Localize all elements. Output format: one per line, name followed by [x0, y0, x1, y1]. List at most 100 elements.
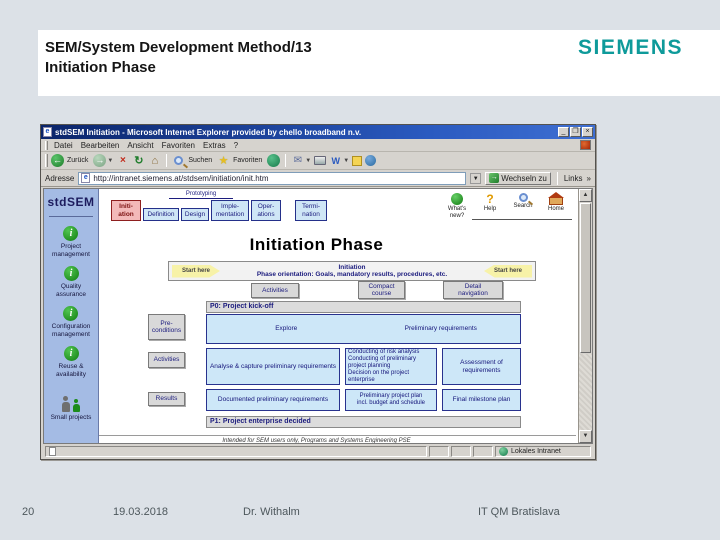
result-box-2[interactable]: Preliminary project plan incl. budget an… [345, 389, 437, 411]
slide-author: Dr. Withalm [243, 506, 300, 518]
result-box-1[interactable]: Documented preliminary requirements [206, 389, 340, 411]
precondition-explore[interactable]: Explore [209, 325, 364, 333]
start-here-right-arrow[interactable]: Start here [484, 264, 532, 278]
menu-tools[interactable]: Extras [203, 141, 226, 150]
tab-definition[interactable]: Definition [143, 207, 179, 221]
search-page-button[interactable]: Search [511, 193, 535, 219]
sidebar-label: Reuse & [58, 363, 84, 370]
print-icon[interactable] [314, 156, 327, 165]
result-box-3[interactable]: Final milestone plan [442, 389, 521, 411]
sidebar-item-small-projects[interactable]: Small projects [51, 386, 91, 422]
activities-quick-button[interactable]: Activities [251, 283, 299, 298]
sidebar-item-project-management[interactable]: i Project management [52, 226, 90, 258]
maximize-button[interactable]: ❐ [570, 127, 581, 137]
activity-box-3[interactable]: Assessment of requirements [442, 348, 521, 385]
detail-navigation-button[interactable]: Detail navigation [443, 281, 503, 299]
menu-file[interactable]: Datei [54, 141, 73, 150]
address-label: Adresse [45, 173, 75, 183]
edit-dropdown-icon[interactable]: ▼ [343, 158, 349, 164]
search-icon[interactable] [172, 154, 185, 167]
forward-dropdown-icon[interactable]: ▼ [107, 158, 113, 164]
mail-icon[interactable]: ✉ [291, 154, 304, 167]
links-label[interactable]: Links [564, 174, 583, 183]
tab-operations[interactable]: Oper-ations [251, 200, 281, 221]
preconditions-row-label[interactable]: Pre- conditions [148, 314, 185, 340]
small-projects-icon [61, 396, 80, 412]
slide-title-line2: Initiation Phase [45, 59, 156, 76]
tab-implementation[interactable]: Imple-mentation [211, 200, 249, 221]
tab-initiation[interactable]: Initi-ation [111, 200, 141, 221]
refresh-button[interactable]: ↻ [132, 154, 145, 167]
quick-label: Help [483, 206, 497, 212]
messenger-icon[interactable] [365, 155, 377, 166]
activity-box-2[interactable]: Conducting of risk analysis Conducting o… [345, 348, 437, 385]
browser-title-bar[interactable]: e stdSEM Initiation - Microsoft Internet… [41, 125, 595, 139]
orientation-banner: Start here Initiation Phase orientation:… [168, 261, 536, 281]
toolbar-grip-2[interactable] [45, 154, 48, 167]
menu-view[interactable]: Ansicht [127, 141, 153, 150]
scrollbar-track[interactable] [579, 354, 592, 430]
favorites-label[interactable]: Favoriten [233, 157, 262, 164]
activity-box-1[interactable]: Analyse & capture preliminary requiremen… [206, 348, 340, 385]
home-page-button[interactable]: Home [544, 192, 568, 219]
tab-termination[interactable]: Termi-nation [295, 200, 327, 221]
sidebar-label: management [52, 330, 90, 338]
address-dropdown-icon[interactable]: ▼ [470, 172, 482, 184]
slide-date: 19.03.2018 [113, 506, 169, 518]
back-button[interactable]: ← [51, 154, 64, 167]
home-button[interactable]: ⌂ [148, 154, 161, 167]
browser-window: e stdSEM Initiation - Microsoft Internet… [40, 124, 596, 460]
discuss-icon[interactable] [352, 155, 363, 166]
sidebar-item-reuse-availability[interactable]: i Reuse & availability [56, 346, 86, 378]
menu-help[interactable]: ? [234, 141, 238, 150]
go-button[interactable]: → Wechseln zu [485, 171, 551, 185]
stdsem-brand[interactable]: stdSEM [47, 195, 94, 209]
toolbar-grip[interactable] [45, 140, 48, 150]
sidebar-item-quality-assurance[interactable]: i Quality assurance [56, 266, 86, 298]
house-icon [548, 192, 564, 205]
start-here-left-arrow[interactable]: Start here [172, 264, 220, 278]
activities-row-label[interactable]: Activities [148, 352, 185, 368]
mail-dropdown-icon[interactable]: ▼ [305, 158, 311, 164]
favorites-icon[interactable]: ★ [217, 154, 230, 167]
whats-new-button[interactable]: What's new? [445, 193, 469, 219]
compact-course-button[interactable]: Compact course [358, 281, 405, 299]
address-input[interactable]: e http://intranet.siemens.at/stdsem/init… [78, 171, 467, 185]
banner-text: Initiation Phase orientation: Goals, man… [256, 263, 448, 279]
edit-with-word-icon[interactable]: W [329, 154, 342, 167]
scroll-up-icon[interactable]: ▲ [579, 189, 592, 202]
info-icon: i [63, 306, 79, 321]
results-row-label[interactable]: Results [148, 392, 185, 406]
menu-favorites[interactable]: Favoriten [162, 141, 195, 150]
sidebar-divider [49, 216, 93, 217]
security-zone-pane: Lokales Intranet [495, 445, 591, 457]
sidebar-item-configuration-management[interactable]: i Configuration management [52, 306, 90, 338]
tab-design[interactable]: Design [181, 207, 209, 221]
forward-button[interactable]: → [93, 154, 107, 167]
menu-edit[interactable]: Bearbeiten [81, 141, 120, 150]
stop-button[interactable]: × [116, 154, 129, 167]
url-text[interactable]: http://intranet.siemens.at/stdsem/initia… [93, 174, 268, 183]
minimize-button[interactable]: _ [558, 127, 569, 137]
back-label[interactable]: Zurück [67, 157, 88, 164]
search-label[interactable]: Suchen [188, 157, 212, 164]
preconditions-box[interactable]: Explore Preliminary requirements [206, 314, 521, 344]
milestone-p1-bar[interactable]: P1: Project enterprise decided [206, 416, 521, 428]
footer-divider [99, 435, 576, 436]
status-pane-2 [451, 445, 471, 457]
sidebar-label: assurance [56, 290, 86, 298]
precondition-preliminary-requirements[interactable]: Preliminary requirements [364, 325, 519, 333]
browser-title-text: stdSEM Initiation - Microsoft Internet E… [55, 127, 362, 137]
vertical-scrollbar[interactable]: ▲ ▼ [578, 189, 592, 443]
menu-bar: Datei Bearbeiten Ansicht Favoriten Extra… [41, 139, 595, 152]
scroll-down-icon[interactable]: ▼ [579, 430, 592, 443]
quick-label: new? [449, 212, 465, 219]
close-button[interactable]: × [582, 127, 593, 137]
slide-title-line1: SEM/System Development Method/13 [45, 39, 312, 56]
help-button[interactable]: ? Help [478, 193, 502, 219]
scrollbar-thumb[interactable] [580, 203, 591, 353]
media-icon[interactable] [267, 154, 281, 167]
milestone-p0-bar[interactable]: P0: Project kick-off [206, 301, 521, 313]
address-separator [556, 171, 558, 185]
links-chevron-icon[interactable]: » [587, 174, 591, 183]
